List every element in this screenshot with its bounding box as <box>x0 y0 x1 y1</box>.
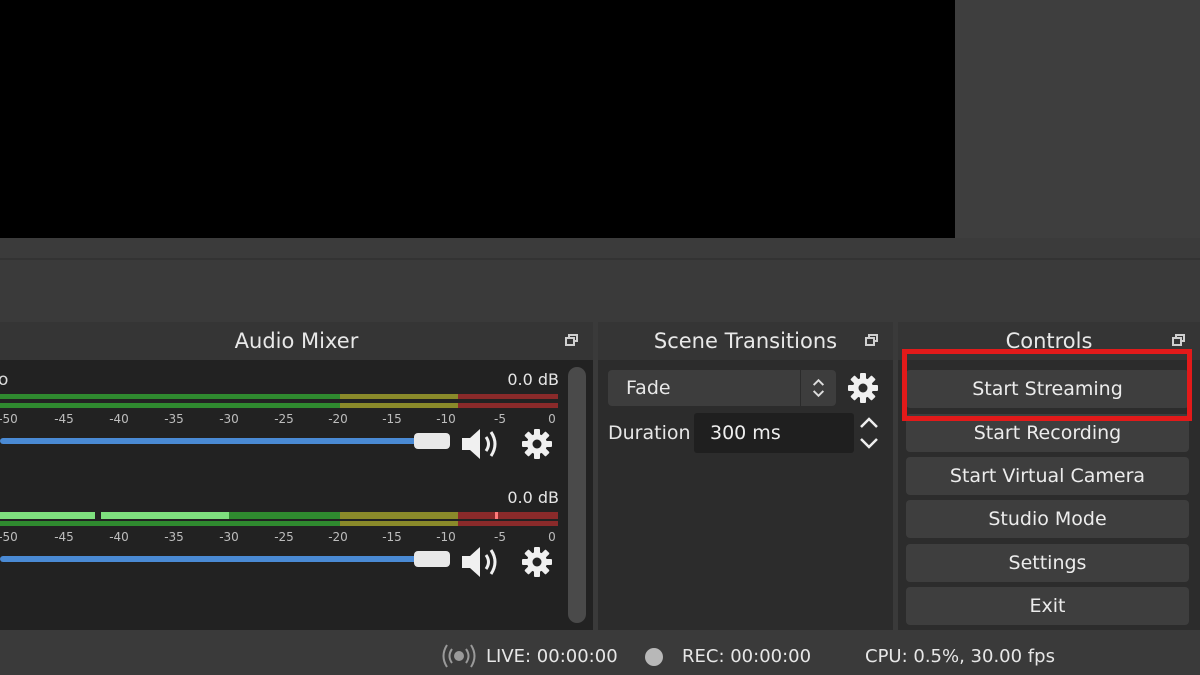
gear-icon[interactable] <box>521 546 553 578</box>
preview-area <box>0 0 1200 258</box>
scene-transitions-body: Fade Duration 300 ms <box>598 360 893 630</box>
scene-transitions-header: Scene Transitions <box>598 322 893 360</box>
tick-label: -10 <box>436 412 456 426</box>
tick-label: -50 <box>0 530 18 544</box>
mixer-scrollbar[interactable] <box>568 367 586 623</box>
tick-label: -45 <box>54 412 74 426</box>
volume-meter <box>0 394 558 408</box>
cpu-fps-readout: CPU: 0.5%, 30.00 fps <box>865 646 1055 667</box>
channel-name: o <box>0 370 9 390</box>
audio-mixer-header: Audio Mixer <box>0 322 593 360</box>
live-timer: LIVE: 00:00:00 <box>486 646 618 667</box>
audio-channel: 0.0 dB -50 -45 -40 -35 -30 -25 -20 -15 -… <box>0 488 565 606</box>
scene-transitions-dock: Scene Transitions Fade Duration 300 ms <box>598 322 893 630</box>
tick-label: -5 <box>494 530 506 544</box>
channel-db-readout: 0.0 dB <box>507 488 559 507</box>
tick-label: -30 <box>219 412 239 426</box>
record-indicator-icon <box>645 648 663 666</box>
rec-timer: REC: 00:00:00 <box>682 646 812 667</box>
studio-mode-button[interactable]: Studio Mode <box>906 500 1189 538</box>
speaker-icon[interactable] <box>460 543 504 581</box>
volume-slider-handle[interactable] <box>414 551 450 567</box>
transition-select-value: Fade <box>626 377 671 399</box>
speaker-icon[interactable] <box>460 425 504 463</box>
broadcast-icon <box>442 644 476 668</box>
audio-mixer-dock: Audio Mixer o 0.0 dB -50 -45 -40 -35 -30… <box>0 322 593 630</box>
highlight-annotation-box <box>902 349 1192 421</box>
tick-label: -15 <box>382 530 402 544</box>
volume-slider-handle[interactable] <box>414 433 450 449</box>
tick-label: -10 <box>436 530 456 544</box>
preview-side-panel <box>955 0 1200 238</box>
gear-icon[interactable] <box>521 428 553 460</box>
volume-slider-track[interactable] <box>0 556 430 562</box>
start-virtual-camera-button[interactable]: Start Virtual Camera <box>906 457 1189 495</box>
exit-button[interactable]: Exit <box>906 587 1189 625</box>
tick-label: -25 <box>274 412 294 426</box>
tick-label: 0 <box>548 412 556 426</box>
tick-label: -40 <box>109 412 129 426</box>
controls-float-icon[interactable] <box>1172 334 1186 347</box>
duration-value: 300 ms <box>710 422 781 444</box>
dock-separator[interactable] <box>0 258 1200 260</box>
tick-label: -35 <box>164 412 184 426</box>
tick-label: -50 <box>0 412 18 426</box>
tick-label: 0 <box>548 530 556 544</box>
transition-properties-gear-icon[interactable] <box>847 372 879 404</box>
tick-label: -20 <box>328 530 348 544</box>
volume-meter <box>0 512 558 526</box>
tick-label: -5 <box>494 412 506 426</box>
duration-spinbox[interactable]: 300 ms <box>694 413 854 453</box>
settings-button[interactable]: Settings <box>906 544 1189 582</box>
tick-label: -30 <box>219 530 239 544</box>
scene-transitions-title: Scene Transitions <box>653 329 838 353</box>
duration-label: Duration <box>608 422 691 444</box>
audio-mixer-body: o 0.0 dB -50 -45 -40 -35 -30 -25 -20 -15… <box>0 360 593 630</box>
tick-label: -20 <box>328 412 348 426</box>
tick-label: -40 <box>109 530 129 544</box>
volume-slider-track[interactable] <box>0 438 430 444</box>
transition-select[interactable]: Fade <box>608 370 836 406</box>
tick-label: -25 <box>274 530 294 544</box>
spin-updown-icon[interactable] <box>854 412 884 454</box>
select-updown-icon[interactable] <box>800 370 836 406</box>
preview-canvas[interactable] <box>0 0 955 238</box>
audio-channel: o 0.0 dB -50 -45 -40 -35 -30 -25 -20 -15… <box>0 370 565 488</box>
audio-mixer-float-icon[interactable] <box>565 334 579 347</box>
channel-db-readout: 0.0 dB <box>507 370 559 389</box>
tick-label: -15 <box>382 412 402 426</box>
status-bar: LIVE: 00:00:00 REC: 00:00:00 CPU: 0.5%, … <box>0 636 1200 675</box>
tick-label: -35 <box>164 530 184 544</box>
scene-transitions-float-icon[interactable] <box>865 334 879 347</box>
tick-label: -45 <box>54 530 74 544</box>
audio-mixer-title: Audio Mixer <box>234 329 359 353</box>
